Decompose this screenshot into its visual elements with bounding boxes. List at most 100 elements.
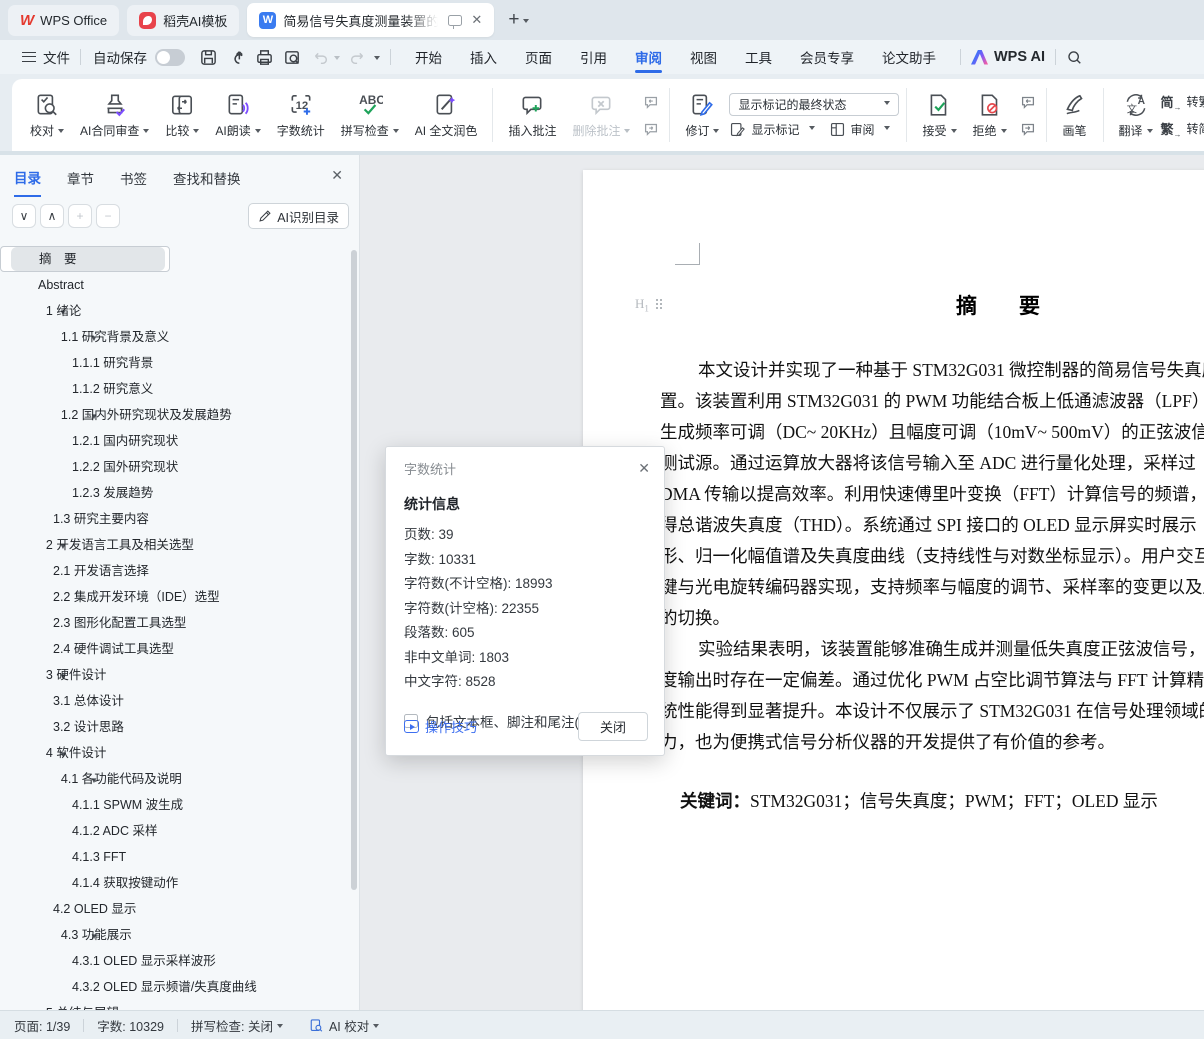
toc-item[interactable]: 2.4 硬件调试工具选型 [0,636,350,662]
menu-item-2[interactable]: 页面 [511,40,566,74]
toc-item[interactable]: 1.2.3 发展趋势 [0,480,350,506]
promote-heading-button[interactable]: + [68,204,92,228]
new-tab-button[interactable]: + [508,9,519,31]
toc-item[interactable]: ▼5 总结与展望 [0,1000,350,1010]
traditional-to-simplified-button[interactable]: 繁→ 转简 [1161,119,1204,138]
menu-item-8[interactable]: 论文助手 [868,40,950,74]
export-pdf-icon[interactable] [227,48,246,67]
page-indicator[interactable]: 页面: 1/39 [14,1016,70,1035]
undo-dropdown-icon[interactable] [334,56,340,63]
simplified-to-traditional-button[interactable]: 简→ 转繁 [1161,92,1204,111]
ai-read-aloud-button[interactable]: AI朗读 [207,83,268,147]
toc-item[interactable]: ▼1.2 国内外研究现状及发展趋势 [0,402,350,428]
close-sidebar-icon[interactable]: ✕ [331,167,343,184]
ai-polish-button[interactable]: AI 全文润色 [407,83,486,147]
sidebar-scrollbar[interactable] [351,250,357,890]
toc-item[interactable]: 1.2.2 国外研究现状 [0,454,350,480]
toc-item[interactable]: ▼4.3 功能展示 [0,922,350,948]
menu-item-5[interactable]: 视图 [676,40,731,74]
tips-link[interactable]: 操作技巧 [404,717,477,736]
sidebar-tab-0[interactable]: 目录 [14,167,41,197]
wps-ai-button[interactable]: WPS AI [971,49,1045,65]
accept-revision-button[interactable]: 接受 [914,83,964,147]
toc-item[interactable]: ▼1.1 研究背景及意义 [0,324,350,350]
toc-item[interactable]: 4.1.2 ADC 采样 [0,818,350,844]
toc-item[interactable]: 1.3 研究主要内容 [0,506,350,532]
menu-item-7[interactable]: 会员专享 [786,40,868,74]
toc-item[interactable]: 摘 要 [0,246,170,272]
toc-item[interactable]: 4.1.1 SPWM 波生成 [0,792,350,818]
previous-revision-button[interactable] [1017,91,1039,113]
toc-item[interactable]: 4.1.4 获取按键动作 [0,870,350,896]
proofread-button[interactable]: 校对 [22,83,72,147]
toc-item[interactable]: ▼1 绪论 [0,298,350,324]
toc-item[interactable]: 4.1.3 FFT [0,844,350,870]
spell-check-button[interactable]: ABC 拼写检查 [333,83,407,147]
quick-access-dropdown-icon[interactable] [374,56,380,63]
word-count-indicator[interactable]: 字数: 10329 [97,1016,164,1035]
toc-item[interactable]: 4.2 OLED 显示 [0,896,350,922]
save-icon[interactable] [199,48,218,67]
toc-item[interactable]: 1.1.1 研究背景 [0,350,350,376]
ai-contract-review-button[interactable]: AI合同审查 [72,83,157,147]
toc-item[interactable]: 1.2.1 国内研究现状 [0,428,350,454]
ai-proofread-status[interactable]: AI 校对 [309,1016,379,1035]
ink-pen-button[interactable]: 画笔 [1054,83,1096,147]
autosave-toggle[interactable] [155,49,185,66]
close-tab-icon[interactable]: ✕ [471,12,482,28]
word-count-button[interactable]: 12 字数统计 [269,83,333,147]
tab-current-document[interactable]: W 简易信号失真度测量装置的设 ✕ [247,3,494,37]
undo-icon[interactable] [311,48,329,66]
toc-item[interactable]: ▼4 软件设计 [0,740,350,766]
toc-item[interactable]: 3.1 总体设计 [0,688,350,714]
insert-comment-button[interactable]: 插入批注 [500,83,564,147]
expand-all-button[interactable]: ∨ [12,204,36,228]
hamburger-menu-icon[interactable] [22,52,36,62]
redo-icon[interactable] [349,48,367,66]
search-icon[interactable] [1066,49,1083,66]
ai-recognize-toc-button[interactable]: AI识别目录 [248,203,349,229]
screen-share-icon[interactable] [448,15,462,26]
menu-item-0[interactable]: 开始 [401,40,456,74]
delete-comment-button[interactable]: 删除批注 [564,83,638,147]
spell-check-status[interactable]: 拼写检查: 关闭 [191,1016,283,1035]
show-markup-button[interactable]: 显示标记 [729,121,814,138]
toc-item[interactable]: Abstract [0,272,350,298]
close-dialog-icon[interactable]: ✕ [638,460,650,477]
toc-item[interactable]: ▼3 硬件设计 [0,662,350,688]
menu-item-1[interactable]: 插入 [456,40,511,74]
reject-revision-button[interactable]: 拒绝 [965,83,1015,147]
sidebar-tab-1[interactable]: 章节 [67,168,94,196]
sidebar-tab-2[interactable]: 书签 [120,168,147,196]
next-revision-button[interactable] [1017,118,1039,140]
toc-item[interactable]: 4.3.2 OLED 显示频谱/失真度曲线 [0,974,350,1000]
toc-item[interactable]: 1.1.2 研究意义 [0,376,350,402]
menu-item-6[interactable]: 工具 [731,40,786,74]
markup-state-select[interactable]: 显示标记的最终状态 [729,93,899,116]
demote-heading-button[interactable]: − [96,204,120,228]
toc-item[interactable]: ▼2 开发语言工具及相关选型 [0,532,350,558]
toc-item[interactable]: 2.1 开发语言选择 [0,558,350,584]
toc-item[interactable]: 2.3 图形化配置工具选型 [0,610,350,636]
toc-item[interactable]: ▼4.1 各功能代码及说明 [0,766,350,792]
review-pane-button[interactable]: 审阅 [829,121,890,138]
tab-list-dropdown-icon[interactable] [523,19,529,26]
document-page[interactable]: H1 摘 要 本文设计并实现了一种基于 STM32G031 微控制器的简易信号失… [583,170,1204,1010]
toc-item[interactable]: 4.3.1 OLED 显示采样波形 [0,948,350,974]
menu-item-4[interactable]: 审阅 [621,40,676,74]
compare-button[interactable]: 比较 [157,83,207,147]
close-button[interactable]: 关闭 [578,712,648,741]
tab-docer-template[interactable]: 稻壳AI模板 [127,5,239,36]
file-menu[interactable]: 文件 [43,47,70,67]
sidebar-tab-3[interactable]: 查找和替换 [173,168,241,196]
print-icon[interactable] [255,48,274,67]
previous-comment-button[interactable] [640,91,662,113]
print-preview-icon[interactable] [283,48,302,67]
toc-item[interactable]: 2.2 集成开发环境（IDE）选型 [0,584,350,610]
tab-wps-home[interactable]: W WPS Office [8,5,119,36]
menu-item-3[interactable]: 引用 [566,40,621,74]
toc-item[interactable]: 3.2 设计思路 [0,714,350,740]
track-changes-button[interactable]: 修订 [677,83,727,147]
collapse-all-button[interactable]: ∧ [40,204,64,228]
translate-button[interactable]: 文A 翻译 [1111,83,1161,147]
